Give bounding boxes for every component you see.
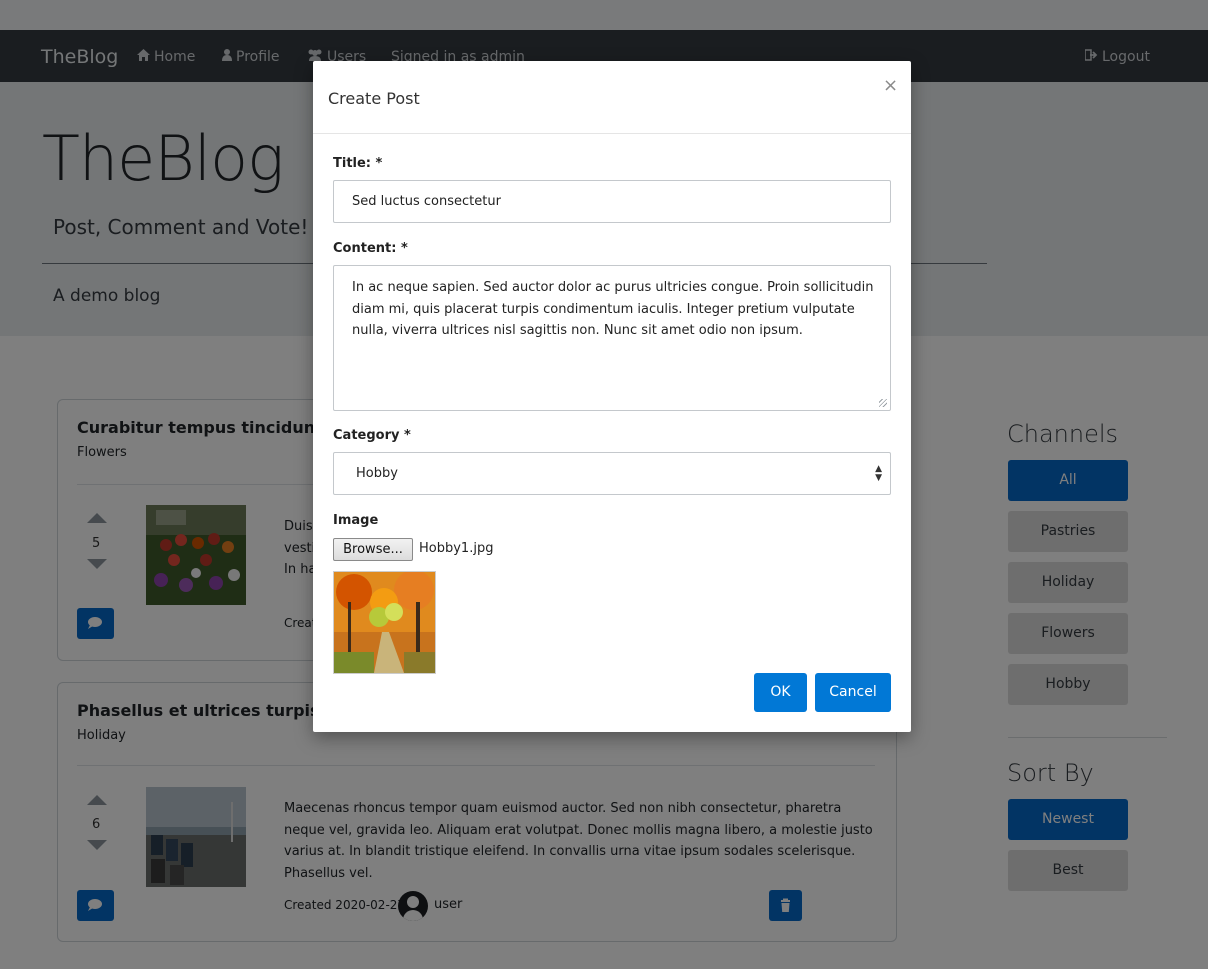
title-input-value: Sed luctus consectetur [352,194,501,209]
resize-handle[interactable] [879,399,887,407]
content-label: Content: * [333,241,408,256]
title-label: Title: * [333,156,383,171]
browse-button[interactable]: Browse... [333,538,413,561]
image-label: Image [333,513,379,528]
content-textarea[interactable]: In ac neque sapien. Sed auctor dolor ac … [333,265,891,411]
modal-header-divider [313,133,911,134]
category-selected-value: Hobby [356,466,398,481]
selected-file-name: Hobby1.jpg [419,541,494,556]
category-select[interactable]: Hobby ▲ ▼ [333,452,891,495]
cancel-button[interactable]: Cancel [815,673,891,712]
ok-button[interactable]: OK [754,673,807,712]
image-preview [333,570,436,674]
title-input[interactable]: Sed luctus consectetur [333,180,891,223]
category-label: Category * [333,428,411,443]
create-post-modal: Create Post × Title: * Sed luctus consec… [313,61,911,732]
content-textarea-value: In ac neque sapien. Sed auctor dolor ac … [352,280,874,338]
modal-title: Create Post [328,89,420,108]
close-icon[interactable]: × [883,75,898,96]
select-arrows-icon: ▲ ▼ [875,464,882,483]
